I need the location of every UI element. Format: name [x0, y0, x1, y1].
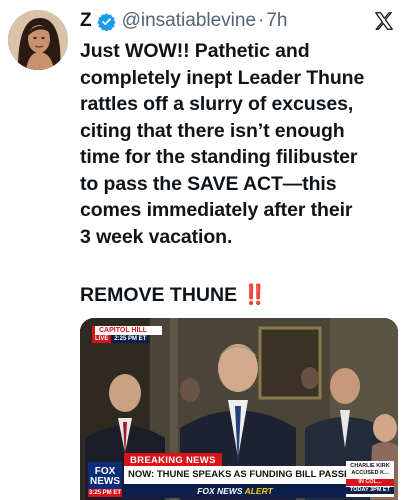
post-header: Z @insatiablevine · 7h: [80, 8, 397, 34]
side-line3: IN COL...: [346, 479, 394, 486]
post-time[interactable]: 7h: [266, 10, 287, 32]
x-logo-icon[interactable]: [373, 10, 395, 32]
location-label: CAPITOL HILL: [92, 326, 162, 335]
live-time: 2:25 PM ET: [111, 335, 150, 343]
side-promo-box: CHARLIE KIRK ACCUSED K... IN COL... TODA…: [346, 461, 394, 497]
post-shout-line: REMOVE THUNE ‼️: [80, 283, 267, 307]
location-tag: CAPITOL HILL LIVE 2:25 PM ET: [92, 326, 162, 343]
chyron-headline: NOW: THUNE SPEAKS AS FUNDING BILL PASSES…: [124, 466, 346, 484]
user-handle[interactable]: @insatiablevine: [122, 10, 256, 32]
chyron-subline: FOX NEWS ALERT: [124, 484, 346, 498]
profile-photo: [8, 10, 68, 70]
post-body: Just WOW!! Pathetic and completely inept…: [80, 38, 398, 250]
double-exclamation-emoji: ‼️: [242, 284, 267, 306]
fox-news-logo: FOX NEWS 3:25 PM ET: [88, 462, 122, 497]
display-name[interactable]: Z: [80, 10, 92, 32]
live-indicator: LIVE 2:25 PM ET: [92, 335, 162, 343]
logo-line2: NEWS: [90, 476, 120, 487]
avatar[interactable]: [8, 10, 68, 70]
post-text: Just WOW!! Pathetic and completely inept…: [80, 40, 365, 248]
side-line1: CHARLIE KIRK: [350, 463, 390, 469]
side-line4: TODAY 3PM ET: [346, 487, 394, 494]
side-line2: ACCUSED K...: [351, 470, 389, 476]
sub-alert: ALERT: [244, 486, 273, 496]
logo-time: 3:25 PM ET: [88, 489, 122, 497]
shout-text: REMOVE THUNE: [80, 284, 238, 306]
verified-badge-icon: [96, 12, 116, 32]
video-media[interactable]: CAPITOL HILL LIVE 2:25 PM ET FOX NEWS 3:…: [80, 318, 398, 500]
live-label: LIVE: [92, 335, 112, 343]
sub-brand: FOX NEWS: [197, 486, 243, 496]
separator-dot: ·: [258, 10, 265, 31]
